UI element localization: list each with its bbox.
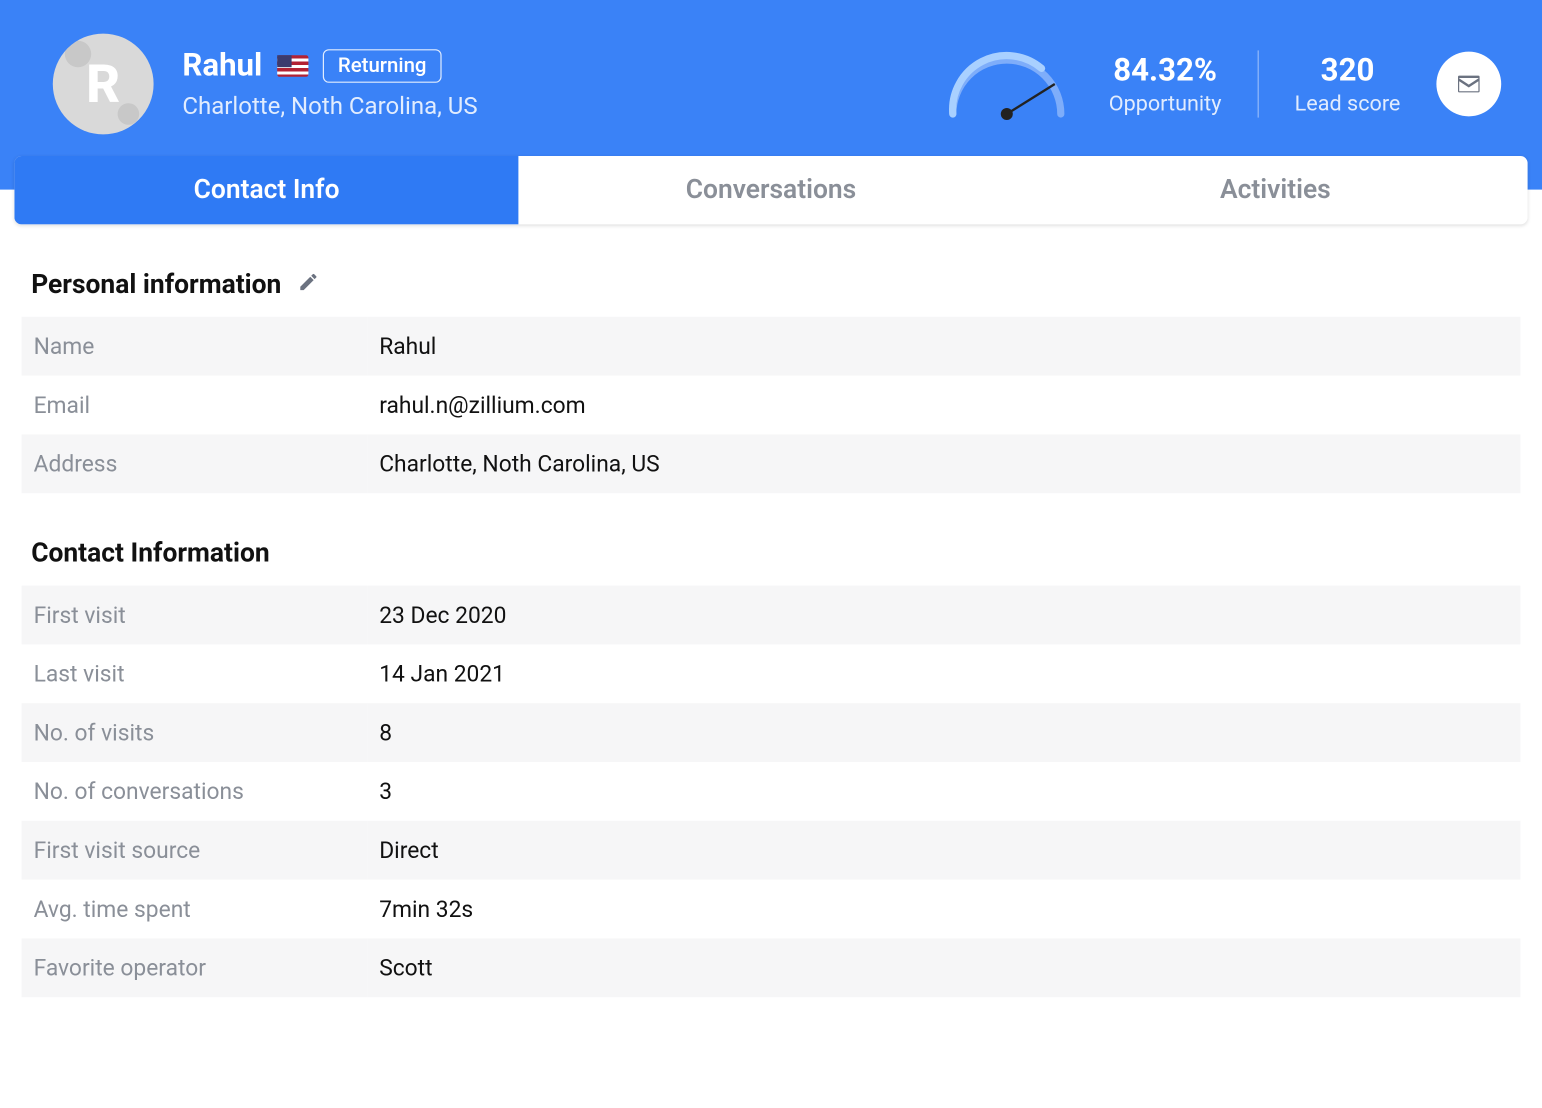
field-label: No. of conversations <box>22 762 368 821</box>
field-label: No. of visits <box>22 703 368 762</box>
name-block: Rahul Returning Charlotte, Noth Carolina… <box>182 48 477 120</box>
field-value: Charlotte, Noth Carolina, US <box>367 434 1520 493</box>
field-value: Direct <box>367 821 1520 880</box>
table-row: Email rahul.n@zillium.com <box>22 376 1521 435</box>
table-row: First visit source Direct <box>22 821 1521 880</box>
contact-info-heading: Contact Information <box>22 529 1521 585</box>
opportunity-value: 84.32% <box>1109 52 1222 88</box>
status-badge: Returning <box>322 49 442 83</box>
field-label: Last visit <box>22 644 368 703</box>
tab-activities[interactable]: Activities <box>1023 156 1527 224</box>
personal-info-title: Personal information <box>31 270 281 300</box>
send-mail-button[interactable] <box>1436 52 1501 117</box>
table-row: Last visit 14 Jan 2021 <box>22 644 1521 703</box>
tabs: Contact Info Conversations Activities <box>14 156 1527 224</box>
us-flag-icon <box>277 55 308 77</box>
table-row: Name Rahul <box>22 317 1521 376</box>
field-label: Email <box>22 376 368 435</box>
field-label: Avg. time spent <box>22 880 368 939</box>
personal-info-table: Name Rahul Email rahul.n@zillium.com Add… <box>22 317 1521 493</box>
field-value: Scott <box>367 938 1520 997</box>
mail-icon <box>1454 70 1483 99</box>
contact-name: Rahul <box>182 48 262 84</box>
contact-info-table: First visit 23 Dec 2020 Last visit 14 Ja… <box>22 586 1521 998</box>
avatar-letter: R <box>86 53 120 115</box>
table-row: First visit 23 Dec 2020 <box>22 586 1521 645</box>
table-row: No. of conversations 3 <box>22 762 1521 821</box>
field-value: Rahul <box>367 317 1520 376</box>
field-label: Favorite operator <box>22 938 368 997</box>
tab-contact-info[interactable]: Contact Info <box>14 156 518 224</box>
field-label: First visit source <box>22 821 368 880</box>
header-right: 84.32% Opportunity 320 Lead score <box>941 48 1501 120</box>
table-row: Address Charlotte, Noth Carolina, US <box>22 434 1521 493</box>
field-value: 3 <box>367 762 1520 821</box>
app-root: R Rahul Returning Charlotte, Noth Caroli… <box>0 0 1542 997</box>
content-area: Personal information Name Rahul Email ra… <box>0 224 1542 997</box>
name-line: Rahul Returning <box>182 48 477 84</box>
table-row: Favorite operator Scott <box>22 938 1521 997</box>
gauge-icon <box>941 48 1073 120</box>
header-left: R Rahul Returning Charlotte, Noth Caroli… <box>53 34 478 135</box>
field-value: 14 Jan 2021 <box>367 644 1520 703</box>
lead-score-value: 320 <box>1295 52 1401 88</box>
table-row: No. of visits 8 <box>22 703 1521 762</box>
field-value: 8 <box>367 703 1520 762</box>
field-value: 23 Dec 2020 <box>367 586 1520 645</box>
field-label: Name <box>22 317 368 376</box>
opportunity-label: Opportunity <box>1109 91 1222 116</box>
field-label: First visit <box>22 586 368 645</box>
opportunity-stat: 84.32% Opportunity <box>1109 52 1222 116</box>
contact-info-title: Contact Information <box>31 539 269 569</box>
personal-info-heading: Personal information <box>22 260 1521 316</box>
contact-location: Charlotte, Noth Carolina, US <box>182 91 477 120</box>
avatar[interactable]: R <box>53 34 154 135</box>
field-value: rahul.n@zillium.com <box>367 376 1520 435</box>
divider <box>1257 50 1258 117</box>
edit-button[interactable] <box>298 270 320 300</box>
table-row: Avg. time spent 7min 32s <box>22 880 1521 939</box>
pencil-icon <box>298 271 320 293</box>
field-label: Address <box>22 434 368 493</box>
lead-score-label: Lead score <box>1295 91 1401 116</box>
tab-conversations[interactable]: Conversations <box>519 156 1023 224</box>
lead-score-stat: 320 Lead score <box>1295 52 1401 116</box>
field-value: 7min 32s <box>367 880 1520 939</box>
